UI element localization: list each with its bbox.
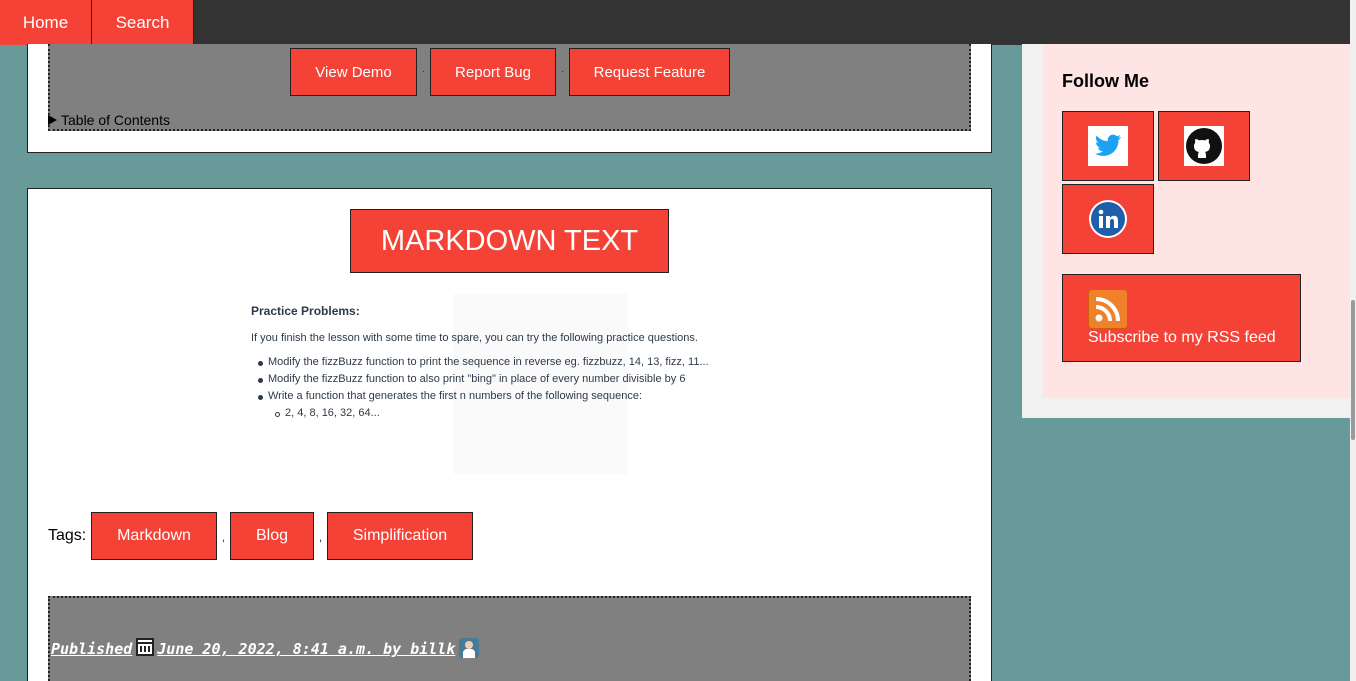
twitter-link[interactable] [1062, 111, 1154, 181]
hollow-bullet-icon [275, 412, 280, 417]
published-line[interactable]: Published June 20, 2022, 8:41 a.m. by bi… [51, 638, 480, 658]
list-item: Modify the fizzBuzz function to also pri… [251, 373, 731, 385]
post-footer-box: Published June 20, 2022, 8:41 a.m. by bi… [48, 596, 971, 681]
page-scrollbar[interactable] [1350, 0, 1356, 681]
list-item-text: Modify the fizzBuzz function to also pri… [268, 373, 686, 385]
tag-separator: , [222, 532, 226, 544]
project-links-box: View Demo · Report Bug · Request Feature… [48, 44, 971, 131]
list-item-text: 2, 4, 8, 16, 32, 64... [285, 407, 380, 419]
follow-title: Follow Me [1062, 71, 1149, 91]
post-image: Practice Problems: If you finish the les… [251, 304, 731, 424]
calendar-icon [136, 638, 155, 656]
published-date: June 20, 2022, 8:41 a.m. by billk [157, 640, 456, 658]
github-icon [1184, 126, 1224, 166]
post-card: MARKDOWN TEXT Practice Problems: If you … [27, 188, 992, 681]
rss-subscribe-link[interactable]: Subscribe to my RSS feed [1062, 274, 1301, 362]
bullet-icon [258, 361, 263, 366]
tags-label: Tags: [48, 527, 87, 544]
bullet-icon [258, 378, 263, 383]
tag-separator: , [319, 532, 323, 544]
list-subitem: 2, 4, 8, 16, 32, 64... [251, 407, 731, 419]
toc-label: Table of Contents [61, 112, 170, 128]
bullet-icon [258, 395, 263, 400]
linkedin-link[interactable] [1062, 184, 1154, 254]
list-item-text: Write a function that generates the firs… [268, 390, 643, 402]
twitter-icon [1088, 126, 1128, 166]
view-demo-button[interactable]: View Demo [290, 48, 417, 96]
list-item-text: Modify the fizzBuzz function to print th… [268, 356, 709, 368]
disclosure-triangle-icon [48, 115, 57, 125]
rss-icon [1088, 289, 1128, 329]
linkedin-icon [1088, 199, 1128, 239]
link-separator: · [422, 66, 426, 77]
practice-heading: Practice Problems: [251, 304, 360, 318]
tag-simplification[interactable]: Simplification [327, 512, 473, 560]
tag-markdown[interactable]: Markdown [91, 512, 217, 560]
list-item: Write a function that generates the firs… [251, 390, 731, 402]
top-nav: Home Search [0, 0, 1350, 45]
nav-home-link[interactable]: Home [0, 0, 92, 45]
user-avatar-icon [459, 638, 480, 658]
report-bug-button[interactable]: Report Bug [430, 48, 556, 96]
link-separator: · [561, 66, 565, 77]
practice-list: Modify the fizzBuzz function to print th… [251, 356, 731, 419]
rss-label: Subscribe to my RSS feed [1088, 329, 1276, 346]
table-of-contents-toggle[interactable]: Table of Contents [48, 112, 170, 128]
practice-intro: If you finish the lesson with some time … [251, 332, 698, 344]
follow-panel: Follow Me Subscribe to my RSS feed [1043, 44, 1350, 398]
published-prefix: Published [51, 640, 133, 658]
list-item: Modify the fizzBuzz function to print th… [251, 356, 731, 368]
project-card: View Demo · Report Bug · Request Feature… [27, 44, 992, 153]
post-title[interactable]: MARKDOWN TEXT [350, 209, 669, 273]
tag-blog[interactable]: Blog [230, 512, 314, 560]
github-link[interactable] [1158, 111, 1250, 181]
sidebar: Follow Me Subscribe to my RSS feed [1022, 44, 1350, 418]
scrollbar-thumb[interactable] [1351, 300, 1355, 440]
nav-search-link[interactable]: Search [92, 0, 194, 45]
request-feature-button[interactable]: Request Feature [569, 48, 730, 96]
